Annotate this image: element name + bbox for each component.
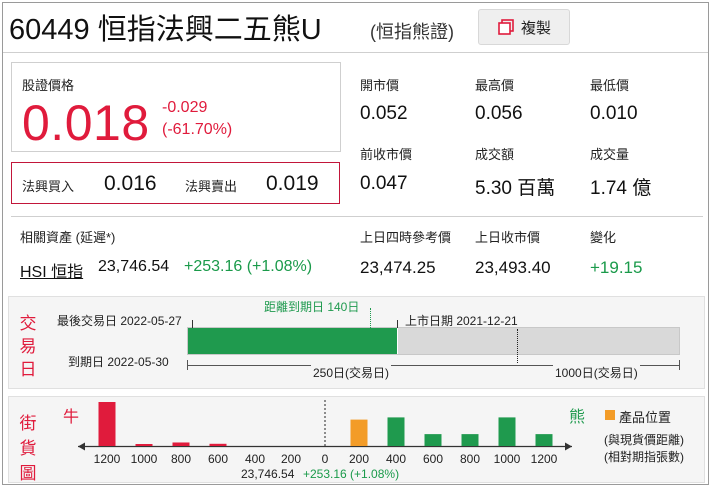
street-tick-label: 200 [281,452,301,466]
street-tick-label: 600 [423,452,443,466]
street-tick-label: 1000 [131,452,158,466]
street-tick-label: 400 [386,452,406,466]
street-tick-label: 1200 [531,452,558,466]
street-tick-label: 1000 [494,452,521,466]
bear-bar-10 [461,434,479,446]
street-tick-label: 0 [322,452,329,466]
bull-bar-0 [98,402,116,446]
street-tick-label: 800 [460,452,480,466]
axis-arrow-right [565,442,572,451]
street-tick-label: 1200 [94,452,121,466]
bear-bar-11 [498,417,516,446]
street-chart: 1200 1000 800 600 400 200 0 200 400 600 800 1000 120… [78,400,572,466]
street-center-change: +253.16 (+1.08%) [303,467,400,481]
street-tick-label: 600 [208,452,228,466]
bull-bar-3 [209,443,227,446]
bear-bar-8 [387,417,405,446]
bull-bar-1 [135,444,153,446]
bear-bar-12 [535,434,553,446]
bull-bar-2 [172,442,190,446]
street-tick-label: 200 [349,452,369,466]
street-tick-label: 400 [245,452,265,466]
bear-bar-9 [424,434,442,446]
street-center-price: 23,746.54 [241,467,295,481]
street-tick-label: 800 [171,452,191,466]
axis-arrow-left [78,442,85,451]
product-bar-7 [350,419,368,446]
